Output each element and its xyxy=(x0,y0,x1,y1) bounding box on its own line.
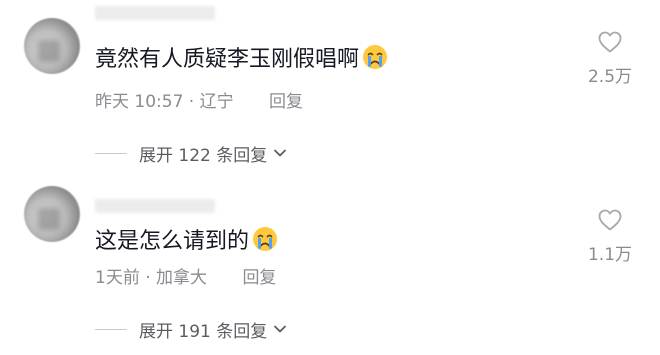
crying-face-emoji-icon xyxy=(253,227,278,251)
crying-face-emoji-icon xyxy=(363,45,388,69)
reply-button[interactable]: 回复 xyxy=(269,92,303,112)
comment-item: 这是怎么请到的 1天前 · 加拿大 回复 展开 191 条回复 1.1万 xyxy=(0,178,660,355)
comment-text: 竟然有人质疑李玉刚假唱啊 xyxy=(95,44,388,75)
comment-item: 竟然有人质疑李玉刚假唱啊 昨天 10:57 · 辽宁 回复 展开 122 条回复… xyxy=(0,0,660,178)
like-count: 1.1万 xyxy=(587,245,633,265)
divider-line xyxy=(95,328,127,330)
comment-meta: 昨天 10:57 · 辽宁 回复 xyxy=(95,87,303,112)
heart-icon xyxy=(598,209,622,231)
username-blurred[interactable] xyxy=(95,6,215,20)
reply-button[interactable]: 回复 xyxy=(242,268,276,288)
chevron-down-icon xyxy=(274,149,287,157)
like-count: 2.5万 xyxy=(587,67,633,87)
comment-meta: 1天前 · 加拿大 回复 xyxy=(95,263,276,288)
divider-line xyxy=(95,152,127,154)
like-button[interactable]: 2.5万 xyxy=(580,30,640,87)
comment-text-content: 竟然有人质疑李玉刚假唱啊 xyxy=(95,47,360,72)
time-location: 1天前 · 加拿大 xyxy=(95,268,208,288)
expand-replies-button[interactable]: 展开 191 条回复 xyxy=(95,316,289,342)
avatar[interactable] xyxy=(24,186,80,242)
like-button[interactable]: 1.1万 xyxy=(580,208,640,265)
heart-icon xyxy=(598,31,622,53)
avatar[interactable] xyxy=(24,18,80,74)
comment-text-content: 这是怎么请到的 xyxy=(95,229,250,254)
expand-replies-label: 展开 191 条回复 xyxy=(139,321,268,342)
expand-replies-label: 展开 122 条回复 xyxy=(139,145,268,166)
expand-replies-button[interactable]: 展开 122 条回复 xyxy=(95,140,289,166)
username-blurred[interactable] xyxy=(95,199,215,213)
time-location: 昨天 10:57 · 辽宁 xyxy=(95,92,234,112)
chevron-down-icon xyxy=(274,325,287,333)
comment-text: 这是怎么请到的 xyxy=(95,226,278,257)
